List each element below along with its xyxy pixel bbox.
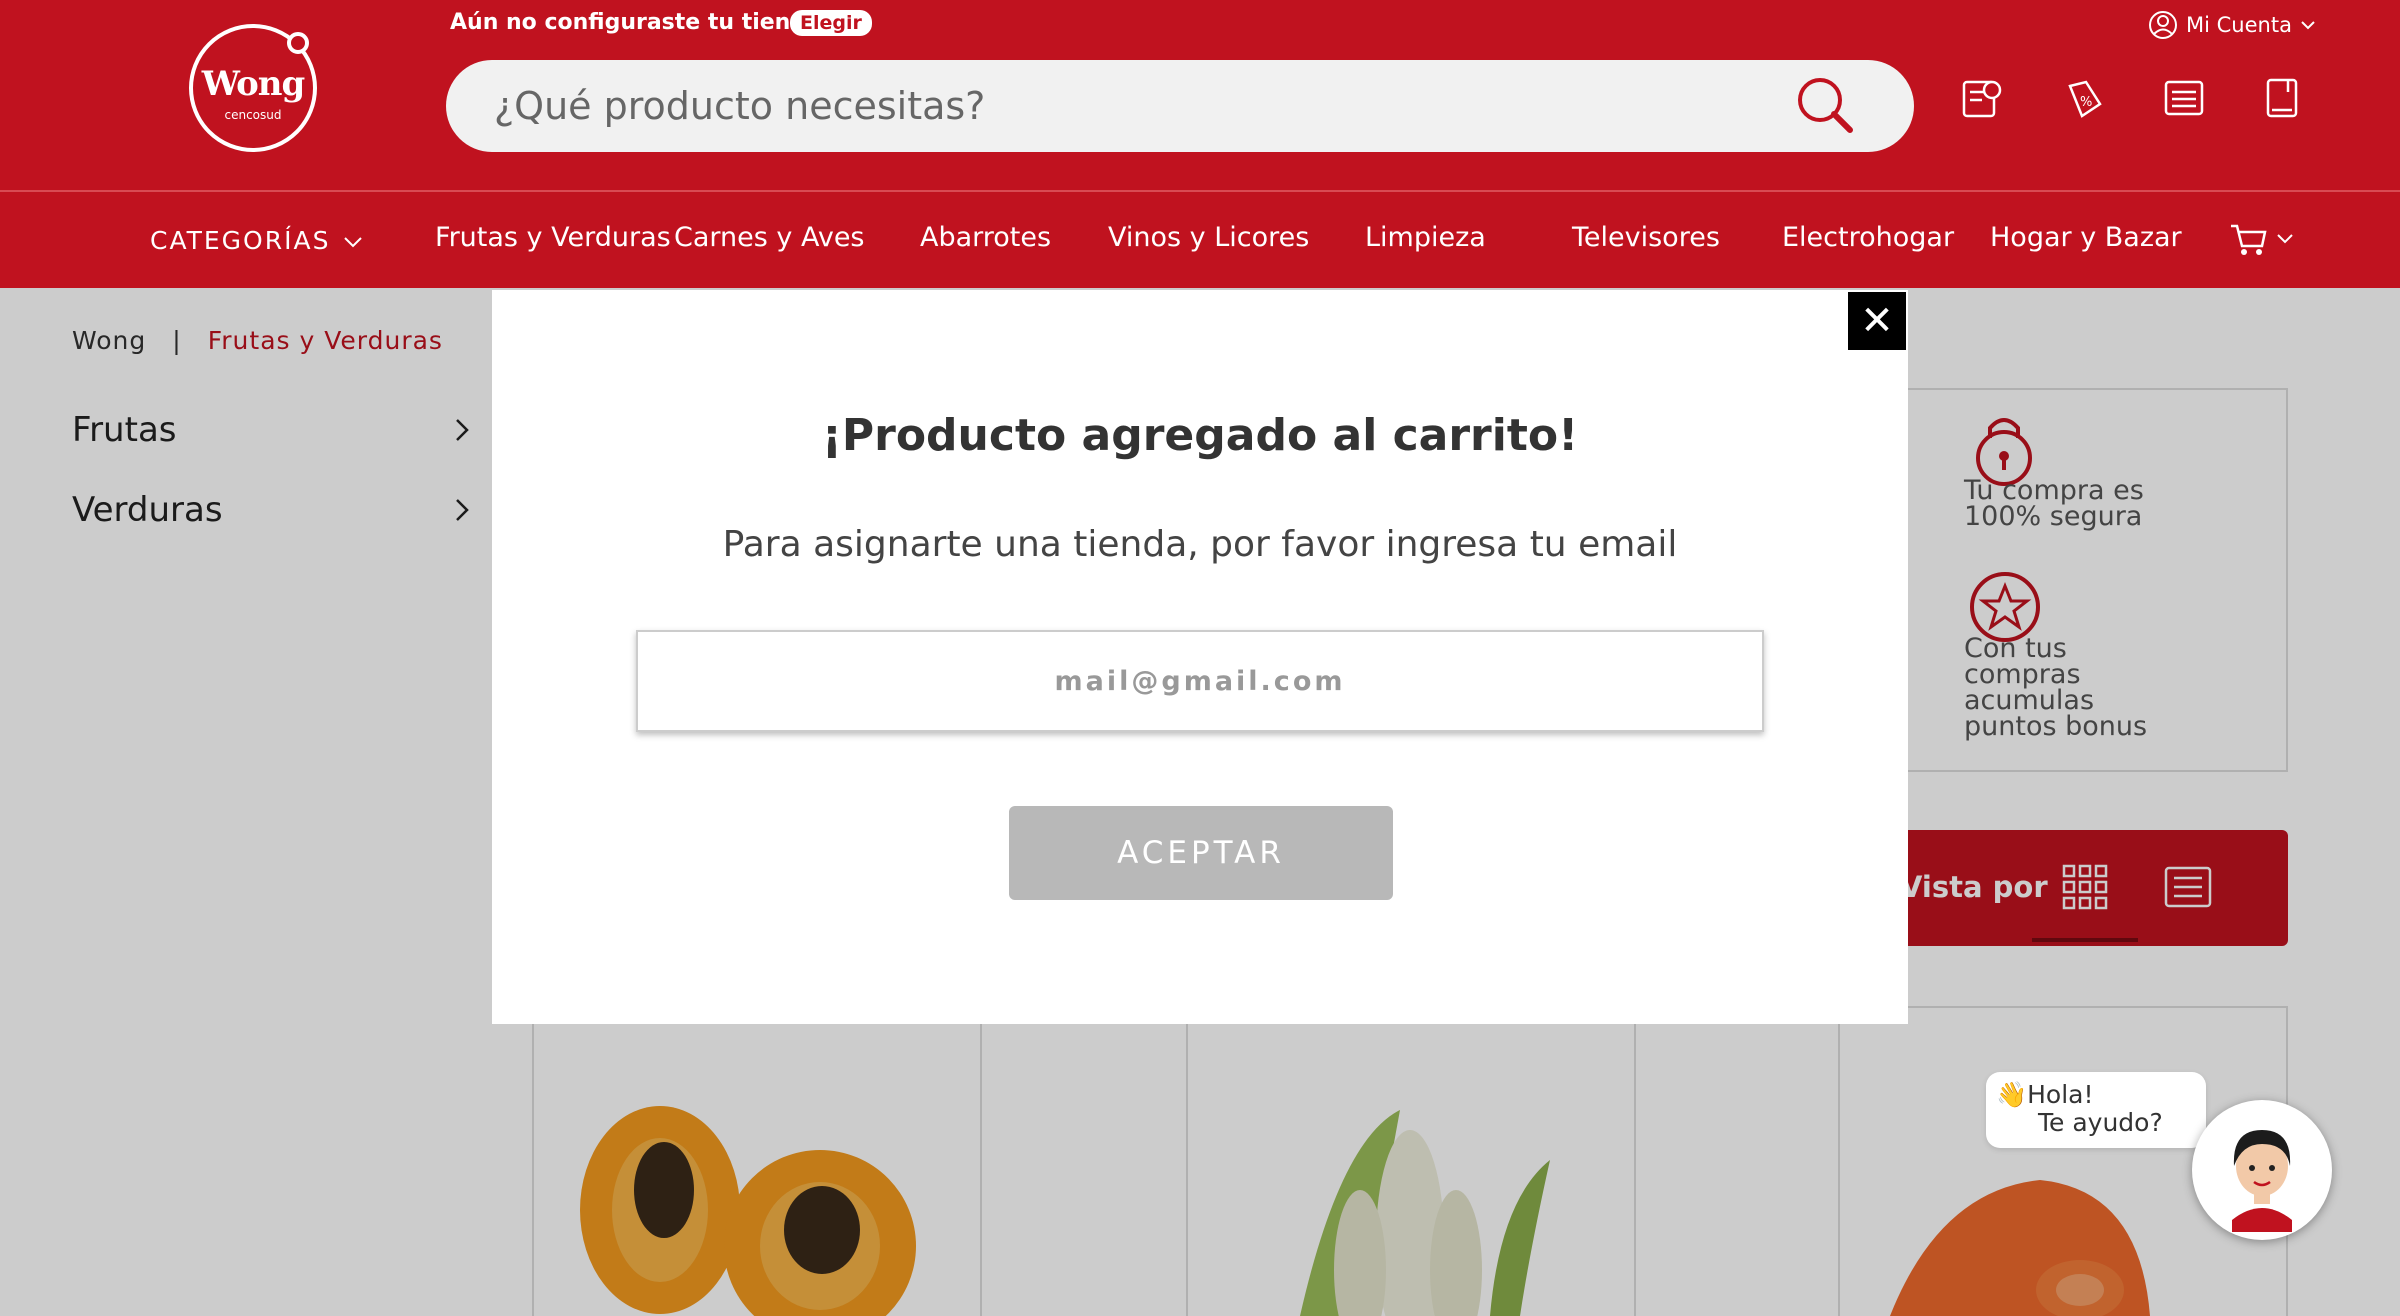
store-prompt: Aún no configuraste tu tienda <box>450 10 821 35</box>
nav-abarrotes[interactable]: Abarrotes <box>920 222 1051 253</box>
nav-electrohogar[interactable]: Electrohogar <box>1782 222 1954 253</box>
nav-televisores[interactable]: Televisores <box>1572 222 1720 253</box>
categories-label: CATEGORÍAS <box>150 226 331 255</box>
logo-subtitle: cencosud <box>224 108 282 122</box>
nav-limpieza[interactable]: Limpieza <box>1365 222 1486 253</box>
quote-list-icon <box>1962 80 2002 118</box>
modal-subtitle: Para asignarte una tienda, por favor ing… <box>722 524 1678 565</box>
search-icon <box>1798 78 1853 133</box>
wong-logo[interactable]: Wong cencosud <box>189 24 317 152</box>
offers-tag-icon: % <box>2068 80 2102 118</box>
offers-button[interactable]: % <box>2060 74 2108 122</box>
catalog-button[interactable] <box>2258 74 2306 122</box>
nav-hogar-y-bazar[interactable]: Hogar y Bazar <box>1990 222 2182 253</box>
chat-help-text: Te ayudo? <box>2038 1108 2163 1137</box>
account-menu[interactable]: Mi Cuenta <box>2148 10 2316 40</box>
logo-dot <box>287 32 309 54</box>
chevron-down-icon <box>2301 21 2315 30</box>
cart-button[interactable] <box>2228 218 2294 258</box>
categories-menu[interactable]: CATEGORÍAS <box>150 226 364 255</box>
assistant-avatar-icon <box>2232 1130 2292 1232</box>
chat-greeting: 👋Hola! <box>1996 1080 2094 1109</box>
chevron-down-icon <box>2277 234 2293 244</box>
shopping-list-button[interactable] <box>2160 74 2208 122</box>
chevron-down-icon <box>344 236 363 247</box>
modal-title: ¡Producto agregado al carrito! <box>821 410 1579 461</box>
modal-close-button[interactable]: ✕ <box>1848 292 1906 350</box>
email-field[interactable] <box>638 632 1762 730</box>
accept-button[interactable]: ACEPTAR <box>1009 806 1393 900</box>
nav-carnes-y-aves[interactable]: Carnes y Aves <box>674 222 865 253</box>
quote-list-button[interactable] <box>1958 74 2006 122</box>
choose-store-button[interactable]: Elegir <box>790 10 872 36</box>
search-button[interactable] <box>1792 72 1860 140</box>
nav-vinos-y-licores[interactable]: Vinos y Licores <box>1108 222 1309 253</box>
nav-frutas-y-verduras[interactable]: Frutas y Verduras <box>435 222 671 253</box>
search-input[interactable] <box>494 80 1744 132</box>
account-label: Mi Cuenta <box>2186 13 2292 37</box>
logo-wordmark: Wong <box>201 64 306 104</box>
shopping-list-icon <box>2164 80 2204 116</box>
svg-text:%: % <box>2080 95 2092 110</box>
email-field-box <box>636 630 1764 732</box>
chat-greeting-bubble[interactable]: 👋Hola! Te ayudo? <box>1986 1072 2206 1148</box>
search-bar <box>446 60 1914 152</box>
catalog-book-icon <box>2266 78 2298 118</box>
user-icon <box>2149 11 2177 39</box>
cart-icon <box>2231 224 2267 255</box>
chat-assistant-button[interactable] <box>2192 1100 2332 1240</box>
